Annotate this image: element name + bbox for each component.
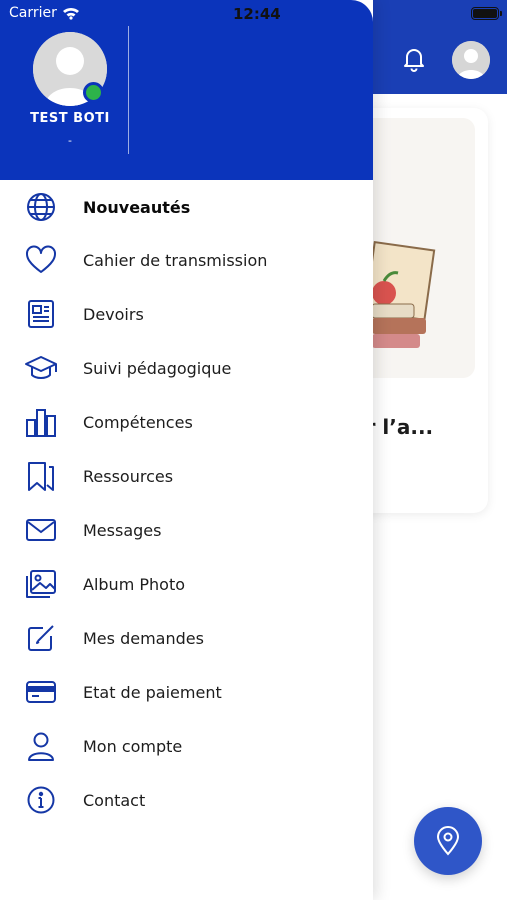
menu-item-messages[interactable]: Messages [0, 506, 373, 554]
menu-item-label: Contact [83, 790, 146, 810]
menu-item-mon-compte[interactable]: Mon compte [0, 722, 373, 770]
profile-name: TEST BOTI [30, 111, 110, 126]
menu-item-ressources[interactable]: Ressources [0, 452, 373, 500]
menu-item-label: Ressources [83, 466, 174, 486]
menu-item-etat-de-paiement[interactable]: Etat de paiement [0, 668, 373, 716]
menu-item-label: Cahier de transmission [83, 250, 268, 270]
info-icon [23, 782, 59, 818]
bell-icon[interactable] [398, 43, 430, 75]
map-pin-icon [436, 826, 460, 856]
menu-item-label: Compétences [83, 412, 193, 432]
menu-item-nouveautes[interactable]: Nouveautés [0, 183, 373, 231]
menu-item-label: Mon compte [83, 736, 183, 756]
menu-item-label: Album Photo [83, 574, 185, 594]
bookmarks-icon [23, 458, 59, 494]
edit-icon [23, 620, 59, 656]
status-bar: Carrier 12:44 [0, 0, 507, 30]
menu-item-mes-demandes[interactable]: Mes demandes [0, 614, 373, 662]
photo-album-icon [23, 566, 59, 602]
bar-chart-icon [23, 404, 59, 440]
status-time: 12:44 [233, 5, 281, 23]
menu-item-label: Nouveautés [83, 197, 191, 217]
menu-item-cahier-de-transmission[interactable]: Cahier de transmission [0, 236, 373, 284]
user-icon [23, 728, 59, 764]
header-divider [128, 26, 129, 154]
credit-card-icon [23, 674, 59, 710]
header-avatar[interactable] [452, 41, 490, 79]
menu-item-label: Mes demandes [83, 628, 204, 648]
menu-item-label: Etat de paiement [83, 682, 222, 702]
menu-item-contact[interactable]: Contact [0, 776, 373, 824]
wifi-icon [62, 5, 80, 24]
menu-item-label: Devoirs [83, 304, 144, 324]
navigation-drawer: TEST BOTI - Nouveautés Cahier de transmi… [0, 0, 373, 900]
menu-item-suivi-pedagogique[interactable]: Suivi pédagogique [0, 344, 373, 392]
profile-subtitle: - [68, 134, 72, 147]
menu-item-devoirs[interactable]: Devoirs [0, 290, 373, 338]
online-status-dot [83, 82, 104, 103]
heart-icon [23, 242, 59, 278]
location-fab[interactable] [414, 807, 482, 875]
menu-item-label: Messages [83, 520, 162, 540]
menu-item-label: Suivi pédagogique [83, 358, 232, 378]
graduation-cap-icon [23, 350, 59, 386]
menu-item-competences[interactable]: Compétences [0, 398, 373, 446]
envelope-icon [23, 512, 59, 548]
newspaper-icon [23, 296, 59, 332]
globe-icon [23, 189, 59, 225]
battery-icon [471, 7, 502, 20]
menu-item-album-photo[interactable]: Album Photo [0, 560, 373, 608]
carrier-label: Carrier [9, 5, 57, 21]
